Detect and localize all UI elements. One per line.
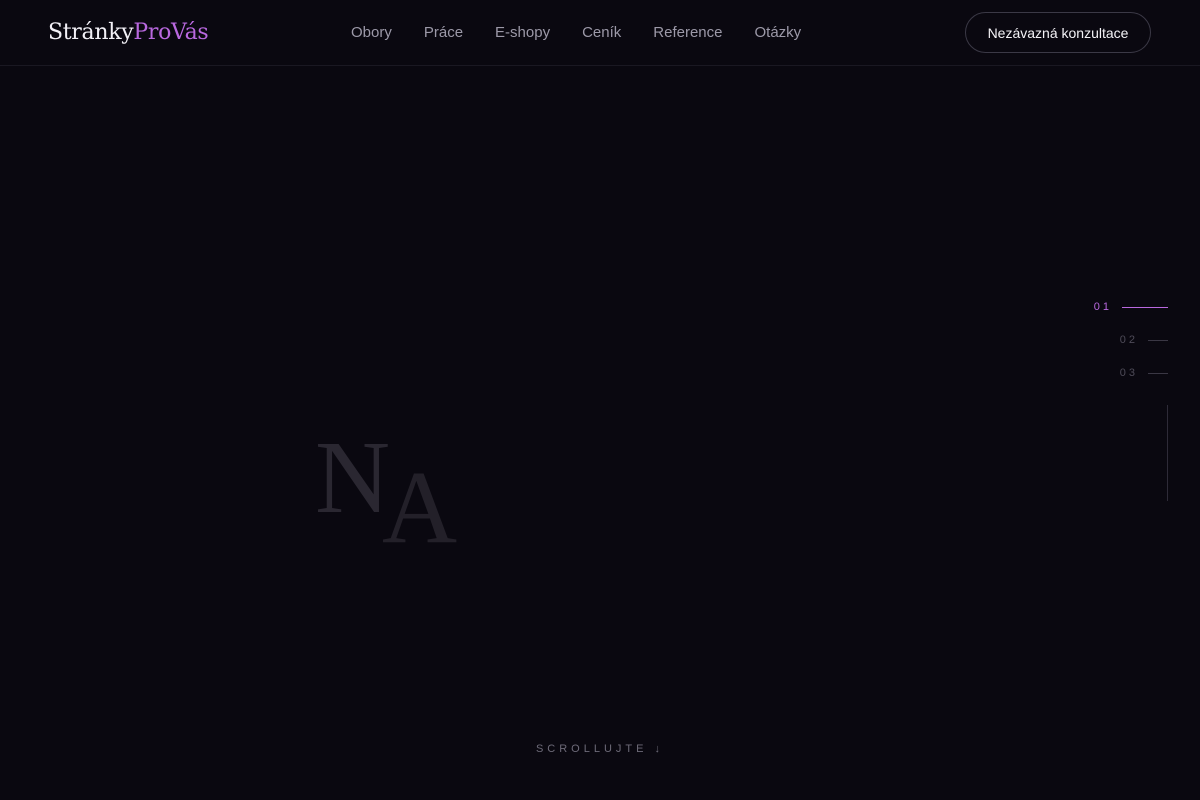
main-nav: Obory Práce E-shopy Ceník Reference Otáz… (351, 23, 801, 43)
nav-item-reference[interactable]: Reference (653, 23, 722, 43)
section-number: 03 (1119, 367, 1138, 379)
site-header: StránkyProVás Obory Práce E-shopy Ceník … (0, 0, 1200, 66)
logo-text-primary: Stránky (48, 20, 134, 45)
nav-item-eshopy[interactable]: E-shopy (495, 23, 550, 43)
scroll-hint-label: SCROLLUJTE (535, 743, 648, 755)
section-indicator-02[interactable]: 02 (1048, 329, 1168, 351)
logo-text-accent: ProVás (133, 20, 209, 45)
nav-item-otazky[interactable]: Otázky (754, 23, 801, 43)
section-indicator-01[interactable]: 01 (1048, 296, 1168, 318)
hero-letter-n: N (315, 420, 391, 535)
nav-item-prace[interactable]: Práce (424, 23, 463, 43)
nav-item-obory[interactable]: Obory (351, 23, 392, 43)
section-indicator-03[interactable]: 03 (1048, 362, 1168, 384)
arrow-down-icon: ↓ (654, 743, 665, 755)
logo[interactable]: StránkyProVás (48, 18, 209, 48)
section-number: 01 (1093, 301, 1112, 313)
section-line (1148, 372, 1168, 374)
section-line (1148, 339, 1168, 341)
hero-letter-a: A (382, 450, 458, 565)
section-number: 02 (1119, 334, 1138, 346)
nav-item-cenik[interactable]: Ceník (582, 23, 621, 43)
section-indicator: 01 02 03 (1048, 296, 1168, 395)
consultation-button[interactable]: Nezávazná konzultace (965, 12, 1151, 53)
scroll-progress-track (1167, 405, 1168, 501)
section-line (1122, 306, 1168, 308)
scroll-hint: SCROLLUJTE ↓ (0, 743, 1200, 755)
